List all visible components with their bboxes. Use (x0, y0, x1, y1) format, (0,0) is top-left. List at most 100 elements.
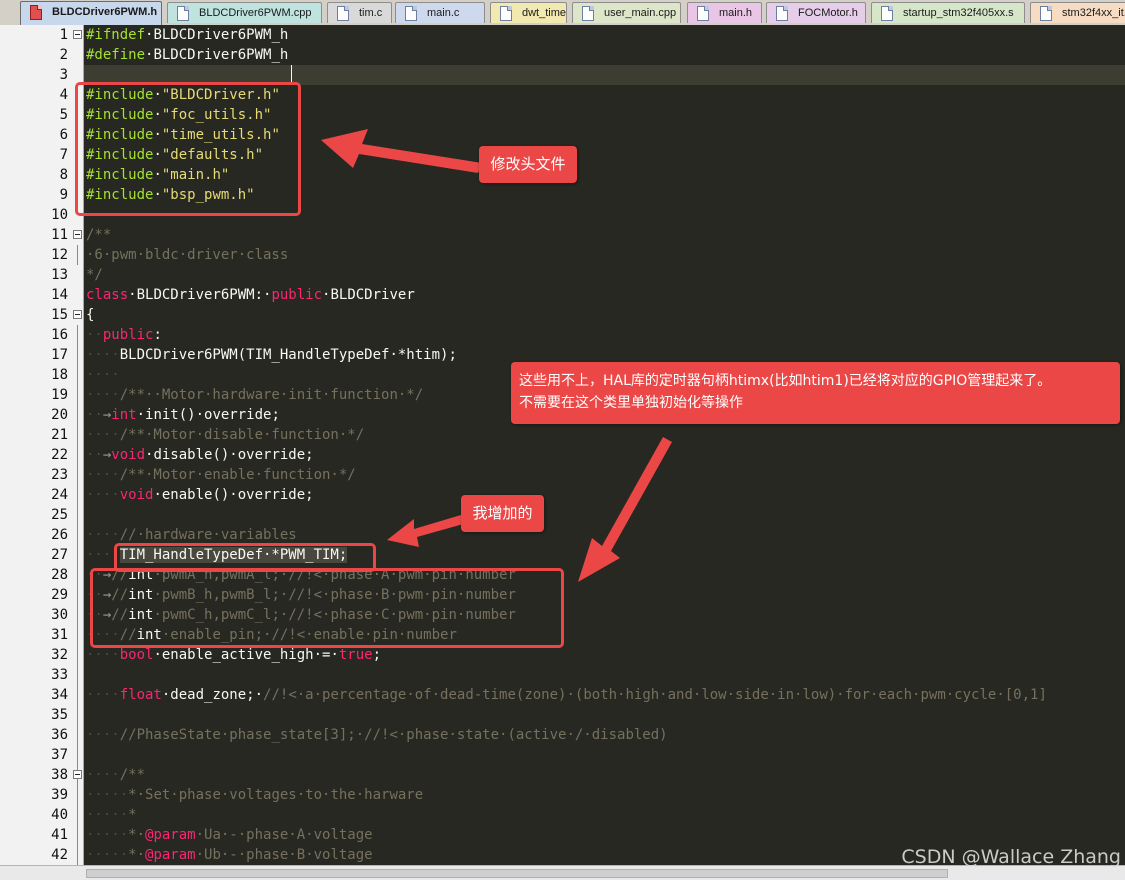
fold-toggle-icon[interactable] (73, 30, 82, 39)
file-h-icon (30, 5, 42, 20)
tab-dwt-timer-c[interactable]: dwt_timer.c (490, 2, 567, 23)
tab-main-c[interactable]: main.c (395, 2, 485, 23)
callout-unused-pins: 这些用不上，HAL库的定时器句柄htimx(比如htim1)已经将对应的GPIO… (511, 362, 1120, 424)
line-number: 31 (51, 627, 68, 643)
code-line[interactable]: ·····*·Set·phase·voltages·to·the·harware (86, 785, 423, 805)
code-line[interactable]: ··public: (86, 325, 162, 345)
code-token: true (338, 647, 373, 663)
code-token: //!<·a·percentage·of·dead-time(zone)·(bo… (263, 687, 1047, 703)
line-number: 12 (51, 247, 68, 263)
tab-startup-stm32f405xx-s[interactable]: startup_stm32f405xx.s (871, 2, 1025, 23)
code-line[interactable]: ·6·pwm·bldc·driver·class (86, 245, 288, 265)
code-token: /** (86, 227, 112, 243)
tab-bldcdriver6pwm-cpp[interactable]: BLDCDriver6PWM.cpp (167, 2, 322, 23)
code-line[interactable]: ····/**··Motor·hardware·init·function·*/ (86, 385, 423, 405)
code-token: @param (145, 827, 196, 843)
scrollbar-thumb[interactable] (86, 869, 948, 878)
line-number: 41 (51, 827, 68, 843)
code-line[interactable]: class·BLDCDriver6PWM:·public·BLDCDriver (86, 285, 415, 305)
line-number: 5 (59, 107, 68, 123)
code-line[interactable]: ····float·dead_zone;·//!<·a·percentage·o… (86, 685, 1047, 705)
code-token: float (119, 687, 162, 703)
tab-tim-c[interactable]: tim.c (327, 2, 392, 23)
line-number: 22 (51, 447, 68, 463)
file-c-icon (405, 6, 417, 21)
code-token: * (128, 807, 137, 823)
fold-toggle-icon[interactable] (73, 310, 82, 319)
line-number: 28 (51, 567, 68, 583)
code-line[interactable]: ····void·enable()·override; (86, 485, 314, 505)
code-token: /** (119, 767, 146, 783)
line-number: 35 (51, 707, 68, 723)
code-token: ·BLDCDriver6PWM:· (128, 287, 272, 303)
line-number: 16 (51, 327, 68, 343)
code-line[interactable]: ····/**·Motor·disable·function·*/ (86, 425, 364, 445)
code-token: ···· (86, 487, 120, 503)
code-token: BLDCDriver6PWM(TIM_HandleTypeDef·*htim); (119, 347, 457, 363)
tab-focmotor-h[interactable]: FOCMotor.h (766, 2, 866, 23)
line-number: 2 (59, 47, 68, 63)
code-token: #define (86, 47, 146, 63)
line-number: 27 (51, 547, 68, 563)
code-line[interactable]: ··→int·init()·override; (86, 405, 280, 425)
code-line[interactable]: ····bool·enable_active_high·=·true; (86, 645, 381, 665)
line-number: 10 (51, 207, 68, 223)
code-line[interactable]: ·····*·@param·Ub·-·phase·B·voltage (86, 845, 373, 865)
tab-user-main-cpp[interactable]: user_main.cpp (572, 2, 681, 23)
code-line[interactable]: ····/**·Motor·enable·function·*/ (86, 465, 356, 485)
line-number: 33 (51, 667, 68, 683)
callout-modify-headers: 修改头文件 (479, 146, 577, 183)
code-line[interactable]: ·····*·@param·Ua·-·phase·A·voltage (86, 825, 373, 845)
tab-bldcdriver6pwm-h[interactable]: BLDCDriver6PWM.h (20, 1, 162, 25)
line-number: 18 (51, 367, 68, 383)
code-line[interactable]: ·····* (86, 805, 137, 825)
code-token: /**··Motor·hardware·init·function·*/ (119, 387, 424, 403)
line-number: 13 (51, 267, 68, 283)
code-line[interactable]: ····//·hardware·variables (86, 525, 297, 545)
code-token: ·BLDCDriver (322, 287, 415, 303)
line-number: 7 (59, 147, 68, 163)
fold-toggle-icon[interactable] (73, 770, 82, 779)
code-line[interactable]: #define·BLDCDriver6PWM_h (86, 45, 288, 65)
tab-label: BLDCDriver6PWM.cpp (199, 7, 312, 19)
callout-unused-pins-line-2: 不需要在这个类里单独初始化等操作 (519, 395, 743, 411)
code-line[interactable]: ····//PhaseState·phase_state[3];·//!<·ph… (86, 725, 668, 745)
line-number: 15 (51, 307, 68, 323)
code-token: void (111, 447, 146, 463)
code-token: : (153, 327, 162, 343)
code-token: ·Ua·-·phase·A·voltage (195, 827, 373, 843)
fold-toggle-icon[interactable] (73, 230, 82, 239)
code-token: *· (128, 847, 146, 863)
tab-main-h[interactable]: main.h (687, 2, 762, 23)
tab-stm32f4xx-it-c[interactable]: stm32f4xx_it.c (1030, 2, 1125, 23)
tab-label: BLDCDriver6PWM.h (52, 6, 158, 18)
code-line[interactable]: #ifndef·BLDCDriver6PWM_h (86, 25, 288, 45)
line-number: 23 (51, 467, 68, 483)
code-token: ·enable()·override; (153, 487, 314, 503)
code-line[interactable]: /** (86, 225, 111, 245)
line-number: 30 (51, 607, 68, 623)
code-token: ·BLDCDriver6PWM_h (145, 47, 289, 63)
code-line[interactable]: ··→void·disable()·override; (86, 445, 314, 465)
code-line[interactable]: ···· (86, 365, 120, 385)
line-number: 14 (51, 287, 68, 303)
code-token: class (86, 287, 129, 303)
code-token: ····· (86, 847, 129, 863)
line-number: 39 (51, 787, 68, 803)
code-line[interactable]: */ (86, 265, 103, 285)
line-number: 3 (59, 67, 68, 83)
code-token: ···· (86, 727, 120, 743)
code-token: ····· (86, 807, 129, 823)
code-token: ···· (86, 467, 120, 483)
line-number: 40 (51, 807, 68, 823)
code-token: ·init()·override; (136, 407, 280, 423)
code-token: //·hardware·variables (119, 527, 297, 543)
code-line[interactable]: ····BLDCDriver6PWM(TIM_HandleTypeDef·*ht… (86, 345, 457, 365)
code-token: /**·Motor·enable·function·*/ (119, 467, 356, 483)
code-token: ···· (86, 687, 120, 703)
tab-label: stm32f4xx_it.c (1062, 7, 1125, 19)
code-token: public (102, 327, 154, 343)
code-token: ·· (86, 407, 103, 423)
code-line[interactable]: ····/** (86, 765, 145, 785)
code-line[interactable]: { (86, 305, 94, 325)
